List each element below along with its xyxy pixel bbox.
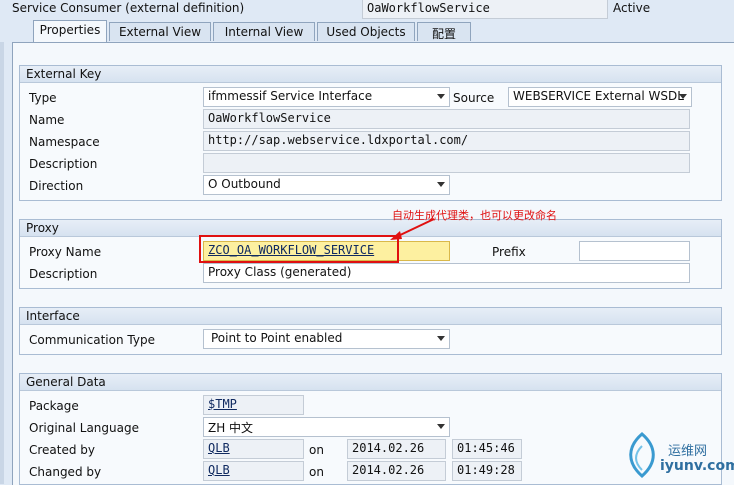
tab-config[interactable]: 配置 <box>417 22 471 41</box>
general-data-group: General Data Package $TMP Original Langu… <box>19 373 722 485</box>
chevron-down-icon <box>679 94 687 99</box>
created-date-field: 2014.02.26 <box>347 439 446 459</box>
direction-label: Direction <box>29 179 84 193</box>
description-label: Description <box>29 157 98 171</box>
watermark-line1: 运维网 <box>668 444 708 459</box>
chevron-down-icon <box>437 182 445 187</box>
object-type-label: Service Consumer (external definition) <box>12 1 245 15</box>
proxy-name-label: Proxy Name <box>29 245 102 259</box>
chevron-down-icon <box>437 94 445 99</box>
changed-on-label: on <box>309 465 324 479</box>
source-label: Source <box>453 91 495 105</box>
tab-external-view[interactable]: External View <box>109 22 211 41</box>
chevron-down-icon <box>437 336 445 341</box>
proxy-description-input[interactable]: Proxy Class (generated) <box>203 263 690 283</box>
source-dropdown[interactable]: WEBSERVICE External WSDL <box>508 87 692 107</box>
name-field: OaWorkflowService <box>203 109 690 129</box>
created-by-field[interactable]: QLB <box>203 439 304 459</box>
prefix-input[interactable] <box>579 241 690 261</box>
annotation-arrow-icon <box>390 218 435 240</box>
interface-group: Interface Communication Type Point to Po… <box>19 307 722 355</box>
type-dropdown[interactable]: ifmmessif Service Interface <box>203 87 450 107</box>
package-label: Package <box>29 399 79 413</box>
original-language-label: Original Language <box>29 421 139 435</box>
changed-time-field: 01:49:28 <box>452 461 522 481</box>
changed-date-field: 2014.02.26 <box>347 461 446 481</box>
watermark-logo: 运维网 iyunv.com <box>620 430 734 482</box>
object-name-field: OaWorkflowService <box>362 0 608 19</box>
communication-type-label: Communication Type <box>29 333 155 347</box>
original-language-dropdown[interactable]: ZH 中文 <box>203 417 450 437</box>
prefix-label: Prefix <box>492 245 526 259</box>
proxy-description-label: Description <box>29 267 98 281</box>
created-on-label: on <box>309 443 324 457</box>
annotation-highlight-box <box>199 235 399 263</box>
left-edge <box>0 42 4 484</box>
created-by-label: Created by <box>29 443 96 457</box>
interface-title: Interface <box>20 308 721 325</box>
changed-by-label: Changed by <box>29 465 102 479</box>
external-key-group: External Key Type ifmmessif Service Inte… <box>19 65 722 201</box>
name-label: Name <box>29 113 65 127</box>
external-description-field <box>203 153 690 173</box>
watermark-line2: iyunv.com <box>660 458 734 474</box>
object-header: Service Consumer (external definition) O… <box>0 0 734 19</box>
namespace-field: http://sap.webservice.ldxportal.com/ <box>203 131 690 151</box>
chevron-down-icon <box>437 424 445 429</box>
tab-properties[interactable]: Properties <box>33 20 107 42</box>
communication-type-dropdown[interactable]: Point to Point enabled <box>203 329 450 349</box>
namespace-label: Namespace <box>29 135 100 149</box>
type-label: Type <box>29 91 57 105</box>
package-field[interactable]: $TMP <box>203 395 304 415</box>
general-data-title: General Data <box>20 374 721 391</box>
changed-by-field[interactable]: QLB <box>203 461 304 481</box>
status-text: Active <box>613 1 651 15</box>
tab-internal-view[interactable]: Internal View <box>213 22 315 41</box>
created-time-field: 01:45:46 <box>452 439 522 459</box>
tab-strip: Properties External View Internal View U… <box>0 20 734 43</box>
external-key-title: External Key <box>20 66 721 83</box>
properties-pane: External Key Type ifmmessif Service Inte… <box>12 42 734 485</box>
watermark-icon <box>629 432 655 478</box>
direction-dropdown[interactable]: O Outbound <box>203 175 450 195</box>
tab-used-objects[interactable]: Used Objects <box>317 22 415 41</box>
